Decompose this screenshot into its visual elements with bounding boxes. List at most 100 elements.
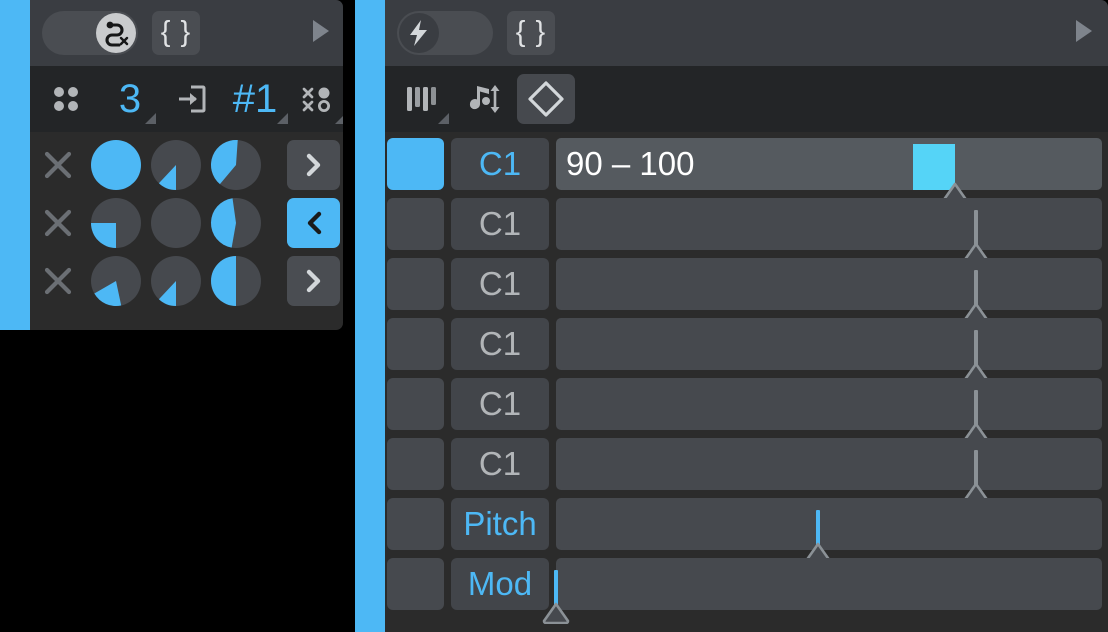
left-panel-header: { } (30, 0, 343, 66)
slider-knob-icon (542, 602, 570, 625)
lightning-toggle[interactable] (397, 11, 493, 55)
clear-slot-button[interactable] (30, 148, 86, 182)
input-routing-icon[interactable] (164, 66, 220, 132)
clear-slot-button[interactable] (30, 264, 86, 298)
right-brace-button[interactable]: { } (507, 11, 555, 55)
preset-index-value: #1 (232, 77, 278, 121)
lane-note-label[interactable]: C1 (451, 258, 549, 310)
lane-slider-track[interactable] (556, 498, 1102, 565)
randomize-icon[interactable] (288, 66, 343, 132)
depth-dial-3b[interactable] (146, 253, 206, 309)
right-panel-toolbar (385, 66, 1108, 132)
depth-dial-3a[interactable] (86, 253, 146, 309)
modulation-matrix-grid (30, 132, 343, 316)
table-row: Mod (385, 554, 1108, 625)
chevron-right-icon (306, 269, 320, 293)
lane-enable-toggle[interactable] (387, 558, 444, 610)
four-dots-grid-icon (54, 87, 78, 111)
preset-index-corner-icon (277, 113, 288, 124)
table-row: C1 90 – 100 (385, 134, 1108, 205)
path-route-toggle[interactable] (42, 11, 138, 55)
grid-view-toggle[interactable] (38, 66, 94, 132)
table-row: Pitch (385, 494, 1108, 565)
lane-note-label[interactable]: C1 (451, 378, 549, 430)
x-close-icon (44, 151, 72, 179)
scatter-nodes-icon (302, 87, 330, 112)
depth-dial-1a[interactable] (86, 137, 146, 193)
lightning-toggle-knob[interactable] (399, 13, 439, 53)
table-row: C1 (385, 314, 1108, 385)
depth-dial-1b[interactable] (146, 137, 206, 193)
keyboard-mode-corner-icon (438, 113, 449, 124)
lane-slider-track[interactable] (556, 198, 1102, 265)
matrix-row (30, 252, 343, 310)
chevron-left-button[interactable] (287, 198, 340, 248)
table-row: C1 (385, 374, 1108, 445)
left-panel-toolbar: 3 #1 (30, 66, 343, 132)
note-updown-icon (469, 85, 500, 113)
piano-keys-icon (407, 87, 436, 111)
note-transpose-button[interactable] (453, 66, 515, 132)
slot-count-value: 3 (118, 77, 142, 121)
lane-enable-toggle[interactable] (387, 378, 444, 430)
right-panel-body: { } C1 90 – 100 C1 C1 C1 C1 C1 Pitch Mod (385, 0, 1108, 632)
lane-slider-track[interactable] (556, 378, 1102, 445)
lane-note-label[interactable]: Pitch (451, 498, 549, 550)
lightning-bolt-icon (410, 20, 427, 46)
matrix-row (30, 194, 343, 252)
table-row: C1 (385, 254, 1108, 325)
lane-enable-toggle[interactable] (387, 198, 444, 250)
lane-enable-toggle[interactable] (387, 138, 444, 190)
left-panel-body: { } 3 #1 (30, 0, 343, 330)
chevron-right-button[interactable] (287, 256, 340, 306)
lane-enable-toggle[interactable] (387, 438, 444, 490)
left-expand-arrow-icon[interactable] (313, 20, 329, 42)
lane-slider-track[interactable] (542, 558, 1102, 625)
depth-dial-2b[interactable] (146, 195, 206, 251)
x-close-icon (44, 267, 72, 295)
note-lane-rows: C1 90 – 100 C1 C1 C1 C1 C1 Pitch Mod (385, 132, 1108, 625)
right-expand-arrow-icon[interactable] (1076, 20, 1092, 42)
depth-dial-3c[interactable] (206, 253, 266, 309)
right-panel-header: { } (385, 0, 1108, 66)
lane-slider-knob[interactable] (541, 602, 571, 625)
chevron-right-button[interactable] (287, 140, 340, 190)
slot-count-selector[interactable]: 3 (102, 66, 158, 132)
lane-slider-track[interactable]: 90 – 100 (556, 138, 1102, 205)
lane-enable-toggle[interactable] (387, 258, 444, 310)
modulation-matrix-panel: { } 3 #1 (0, 0, 343, 330)
randomize-corner-icon (335, 113, 343, 124)
table-row: C1 (385, 194, 1108, 265)
path-route-x-icon (105, 21, 129, 47)
lane-slider-track[interactable] (556, 438, 1102, 505)
left-brace-button[interactable]: { } (152, 11, 200, 55)
lane-note-label[interactable]: C1 (451, 318, 549, 370)
clear-slot-button[interactable] (30, 206, 86, 240)
app-root: { } 3 #1 {} C1 90 – 100 C1 C1 C1 C1 C1 … (0, 0, 1108, 632)
lane-note-label[interactable]: C1 (451, 198, 549, 250)
matrix-row (30, 136, 343, 194)
lane-enable-toggle[interactable] (387, 318, 444, 370)
preset-index[interactable]: #1 (222, 66, 288, 132)
keyboard-mode-button[interactable] (393, 66, 449, 132)
arrow-into-box-icon (179, 85, 206, 113)
lane-slider-track[interactable] (556, 258, 1102, 325)
lane-note-label[interactable]: C1 (451, 138, 549, 190)
depth-dial-2c[interactable] (206, 195, 266, 251)
slot-count-corner-icon (145, 113, 156, 124)
lane-slider-track[interactable] (556, 318, 1102, 385)
path-route-toggle-knob[interactable] (96, 13, 136, 53)
chevron-right-icon (306, 153, 320, 177)
lane-note-label[interactable]: C1 (451, 438, 549, 490)
diamond-outline-icon (528, 81, 564, 117)
left-panel-accent-bar (0, 0, 30, 330)
table-row: C1 (385, 434, 1108, 505)
velocity-curve-button[interactable] (517, 74, 575, 124)
chevron-left-icon (307, 211, 321, 235)
note-lane-panel: { } C1 90 – 100 C1 C1 C1 C1 C1 Pitch Mod (355, 0, 1108, 632)
depth-dial-1c[interactable] (206, 137, 266, 193)
lane-enable-toggle[interactable] (387, 498, 444, 550)
right-panel-accent-bar (355, 0, 385, 632)
depth-dial-2a[interactable] (86, 195, 146, 251)
lane-note-label[interactable]: Mod (451, 558, 549, 610)
